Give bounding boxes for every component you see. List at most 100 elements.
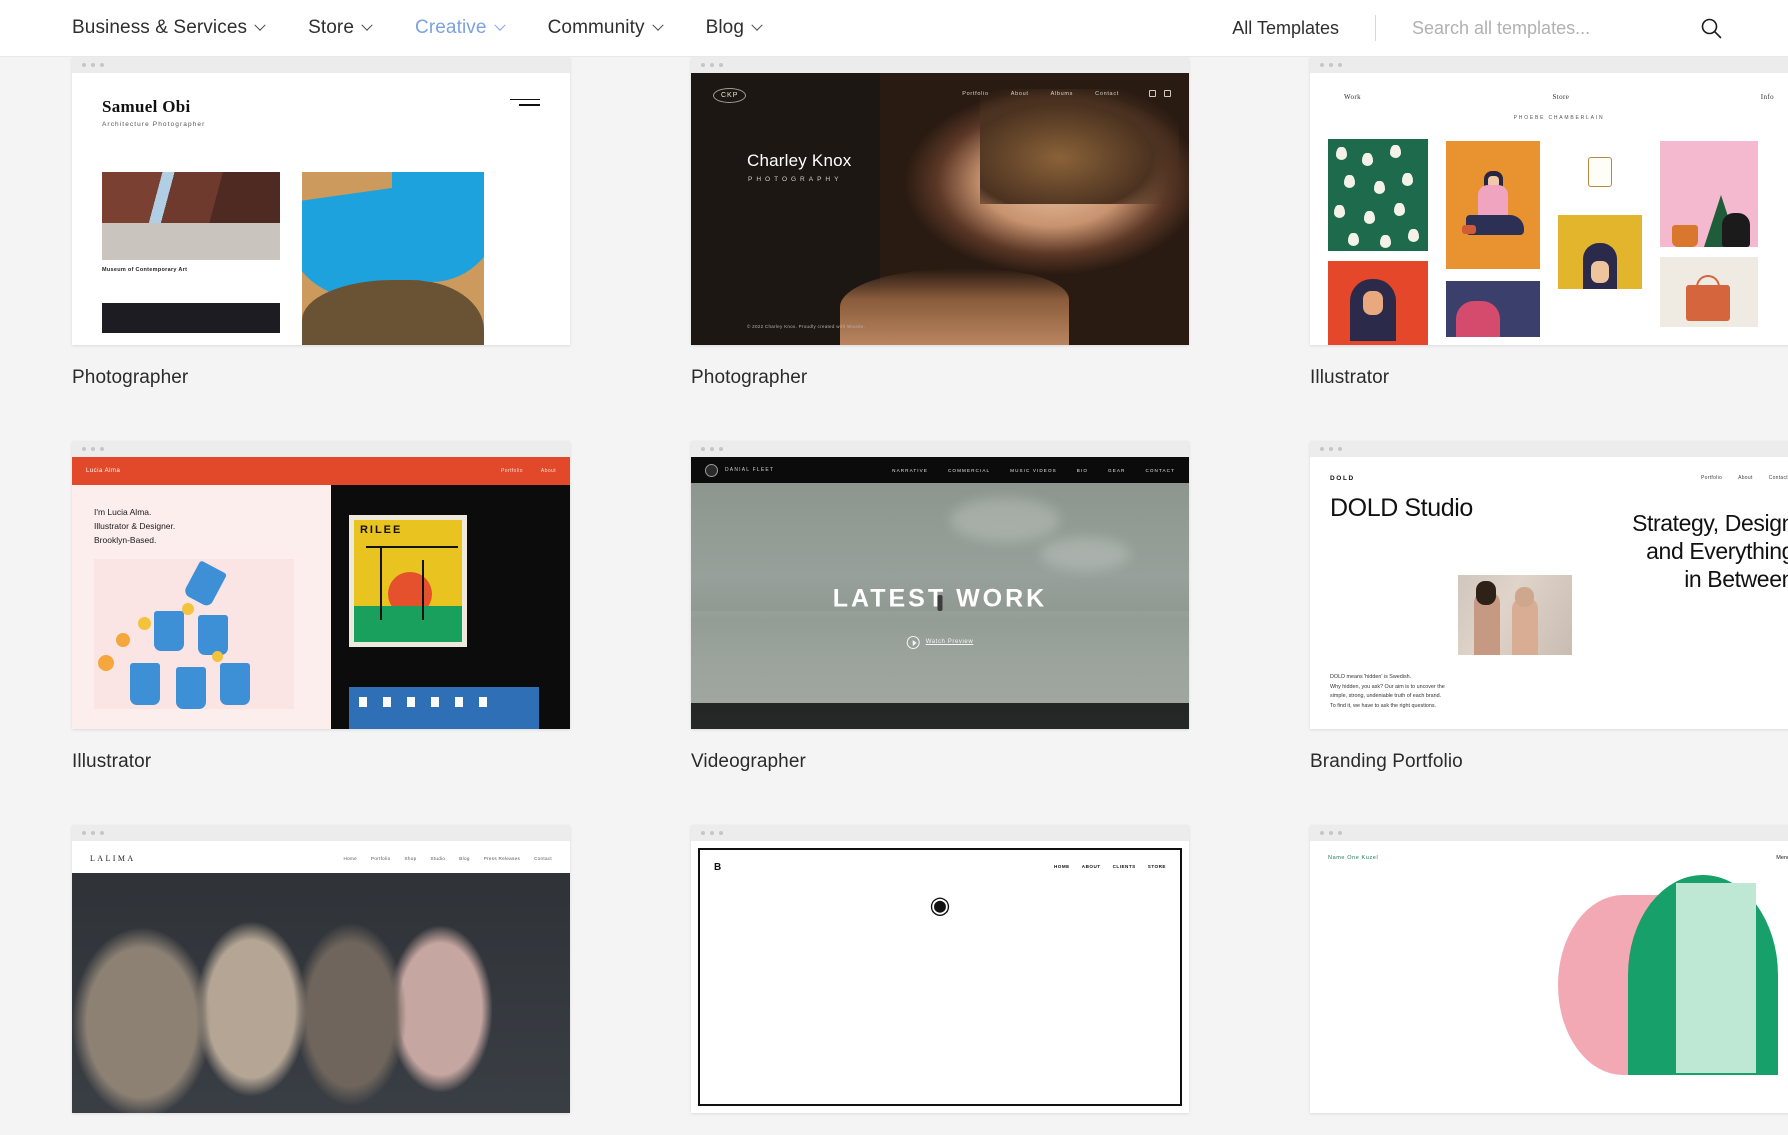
site-nav: NARRATIVE COMMERCIAL MUSIC VIDEOS BIO GE… [892, 468, 1175, 473]
template-grid: Samuel Obi Architecture Photographer Mus… [72, 57, 1788, 1135]
site-nav-item: CLIENTS [1112, 864, 1136, 869]
template-card-label: Photographer [691, 367, 808, 388]
browser-chrome-bar [691, 441, 1189, 457]
site-nav-item: Work [1344, 93, 1361, 101]
site-logo: Name One Kuzel [1328, 855, 1379, 861]
site-nav-item: Home [343, 856, 357, 861]
search-icon[interactable] [1700, 17, 1722, 39]
template-thumbnail[interactable]: DOLD Portfolio About Contact DOLD Studio… [1310, 441, 1788, 729]
site-nav-item: Albums [1050, 90, 1074, 97]
browser-dot [710, 63, 714, 67]
architecture-photo-1 [102, 172, 280, 260]
site-footer-band [691, 703, 1189, 729]
site-brand-subtitle: Architecture Photographer [102, 121, 206, 128]
site-nav-item: BIO [1076, 467, 1089, 473]
site-nav-item: Portfolio [370, 856, 391, 861]
site-nav: Work Store Info [1310, 73, 1788, 101]
nav-item-business-services[interactable]: Business & Services [72, 17, 266, 39]
site-nav: HOME ABOUT CLIENTS STORE [1054, 864, 1166, 869]
browser-chrome-bar [691, 57, 1189, 73]
template-thumbnail[interactable]: B HOME ABOUT CLIENTS STORE ◉ [691, 825, 1189, 1113]
browser-chrome-bar [1310, 825, 1788, 841]
nav-label: Store [308, 17, 355, 38]
browser-dot [1338, 831, 1342, 835]
template-card-label: Illustrator [1310, 367, 1390, 388]
nav-item-creative[interactable]: Creative [415, 17, 506, 39]
template-card-label: Videographer [691, 751, 806, 772]
browser-dot [710, 831, 714, 835]
site-nav-item: Blog [459, 856, 470, 861]
template-card-label: Branding Portfolio [1310, 751, 1463, 772]
site-artwork-column: RILEE [330, 485, 570, 729]
hero-title: LATEST WORK [832, 584, 1048, 613]
template-card-label: Illustrator [72, 751, 152, 772]
template-thumbnail[interactable]: Lucia Alma Portfolio About I'm Lucia Alm… [72, 441, 570, 729]
site-intro-column: I'm Lucia Alma. Illustrator & Designer. … [72, 485, 331, 729]
template-thumbnail[interactable]: DANIAL FLEET NARRATIVE COMMERCIAL MUSIC … [691, 441, 1189, 729]
site-nav-item: COMMERCIAL [948, 467, 991, 473]
artwork-hands-pattern [1328, 139, 1428, 251]
template-card-lalima[interactable]: LALIMA Home Portfolio Shop Studio Blog P… [72, 825, 570, 1135]
site-preview: DANIAL FLEET NARRATIVE COMMERCIAL MUSIC … [691, 457, 1189, 729]
nav-item-community[interactable]: Community [548, 17, 664, 39]
template-card-illustrator-lucia-alma[interactable]: Lucia Alma Portfolio About I'm Lucia Alm… [72, 441, 570, 773]
site-header-bar: Lucia Alma Portfolio About [72, 457, 570, 485]
browser-chrome-bar [72, 441, 570, 457]
watch-preview-button[interactable]: Watch Preview [906, 635, 974, 649]
all-templates-link[interactable]: All Templates [1232, 18, 1339, 39]
site-nav-item: GEAR [1108, 467, 1126, 473]
template-card-green-portfolio[interactable]: Name One Kuzel Menu [1310, 825, 1788, 1135]
artwork-beige-bag [1660, 257, 1758, 327]
site-preview: B HOME ABOUT CLIENTS STORE ◉ [691, 841, 1189, 1113]
nav-item-blog[interactable]: Blog [706, 17, 763, 39]
site-nav-item: Portfolio [500, 468, 523, 474]
site-nav: Portfolio About [501, 468, 556, 474]
browser-dot [719, 447, 723, 451]
browser-dot [1329, 831, 1333, 835]
artwork-navy [1446, 281, 1540, 337]
template-thumbnail[interactable]: CKP Portfolio About Albums Contact Charl… [691, 57, 1189, 345]
social-icons [1149, 90, 1171, 97]
site-menu-label: Menu [1776, 855, 1788, 861]
site-headline: I'm Lucia Alma. Illustrator & Designer. … [94, 507, 176, 546]
site-nav: Portfolio About Albums Contact [962, 90, 1171, 97]
site-nav-item: Contact [1768, 475, 1788, 481]
site-nav-item: Info [1760, 93, 1774, 101]
browser-dot [100, 831, 104, 835]
template-thumbnail[interactable]: LALIMA Home Portfolio Shop Studio Blog P… [72, 825, 570, 1113]
chevron-down-icon [254, 19, 266, 31]
browser-dot [1329, 447, 1333, 451]
eye-icon: ◉ [929, 892, 951, 919]
poster-artwork: RILEE [348, 515, 467, 647]
artwork-blue-banner [348, 687, 539, 729]
browser-chrome-bar [1310, 441, 1788, 457]
hero-abstract-shapes [1558, 875, 1788, 1075]
site-gallery-column-left: Museum of Contemporary Art [102, 172, 280, 345]
template-thumbnail[interactable]: Work Store Info PHOEBE CHAMBERLAIN [1310, 57, 1788, 345]
site-header-bar: LALIMA Home Portfolio Shop Studio Blog P… [72, 841, 570, 873]
illustration-column [1328, 139, 1428, 345]
template-card-illustrator-phoebe[interactable]: Work Store Info PHOEBE CHAMBERLAIN Illus… [1310, 57, 1788, 389]
logo-badge-icon [705, 463, 718, 477]
site-nav-item: ABOUT [1081, 864, 1101, 869]
template-gallery: Samuel Obi Architecture Photographer Mus… [0, 57, 1788, 1113]
search-input[interactable] [1412, 17, 1662, 39]
template-card-videographer[interactable]: DANIAL FLEET NARRATIVE COMMERCIAL MUSIC … [691, 441, 1189, 773]
browser-dot [91, 447, 95, 451]
template-thumbnail[interactable]: Name One Kuzel Menu [1310, 825, 1788, 1113]
browser-dot [91, 831, 95, 835]
site-nav-item: About [1010, 90, 1029, 97]
nav-item-store[interactable]: Store [308, 17, 373, 39]
template-card-branding-dold[interactable]: DOLD Portfolio About Contact DOLD Studio… [1310, 441, 1788, 773]
browser-dot [91, 63, 95, 67]
site-logo: DOLD [1330, 475, 1355, 482]
template-card-photographer-samuel-obi[interactable]: Samuel Obi Architecture Photographer Mus… [72, 57, 570, 389]
browser-dot [100, 447, 104, 451]
template-card-photographer-charley-knox[interactable]: CKP Portfolio About Albums Contact Charl… [691, 57, 1189, 389]
browser-chrome-bar [691, 825, 1189, 841]
template-card-b-studio[interactable]: B HOME ABOUT CLIENTS STORE ◉ [691, 825, 1189, 1135]
browser-dot [1320, 831, 1324, 835]
template-thumbnail[interactable]: Samuel Obi Architecture Photographer Mus… [72, 57, 570, 345]
site-hero-subtitle: PHOTOGRAPHY [748, 176, 843, 183]
browser-dot [1329, 63, 1333, 67]
